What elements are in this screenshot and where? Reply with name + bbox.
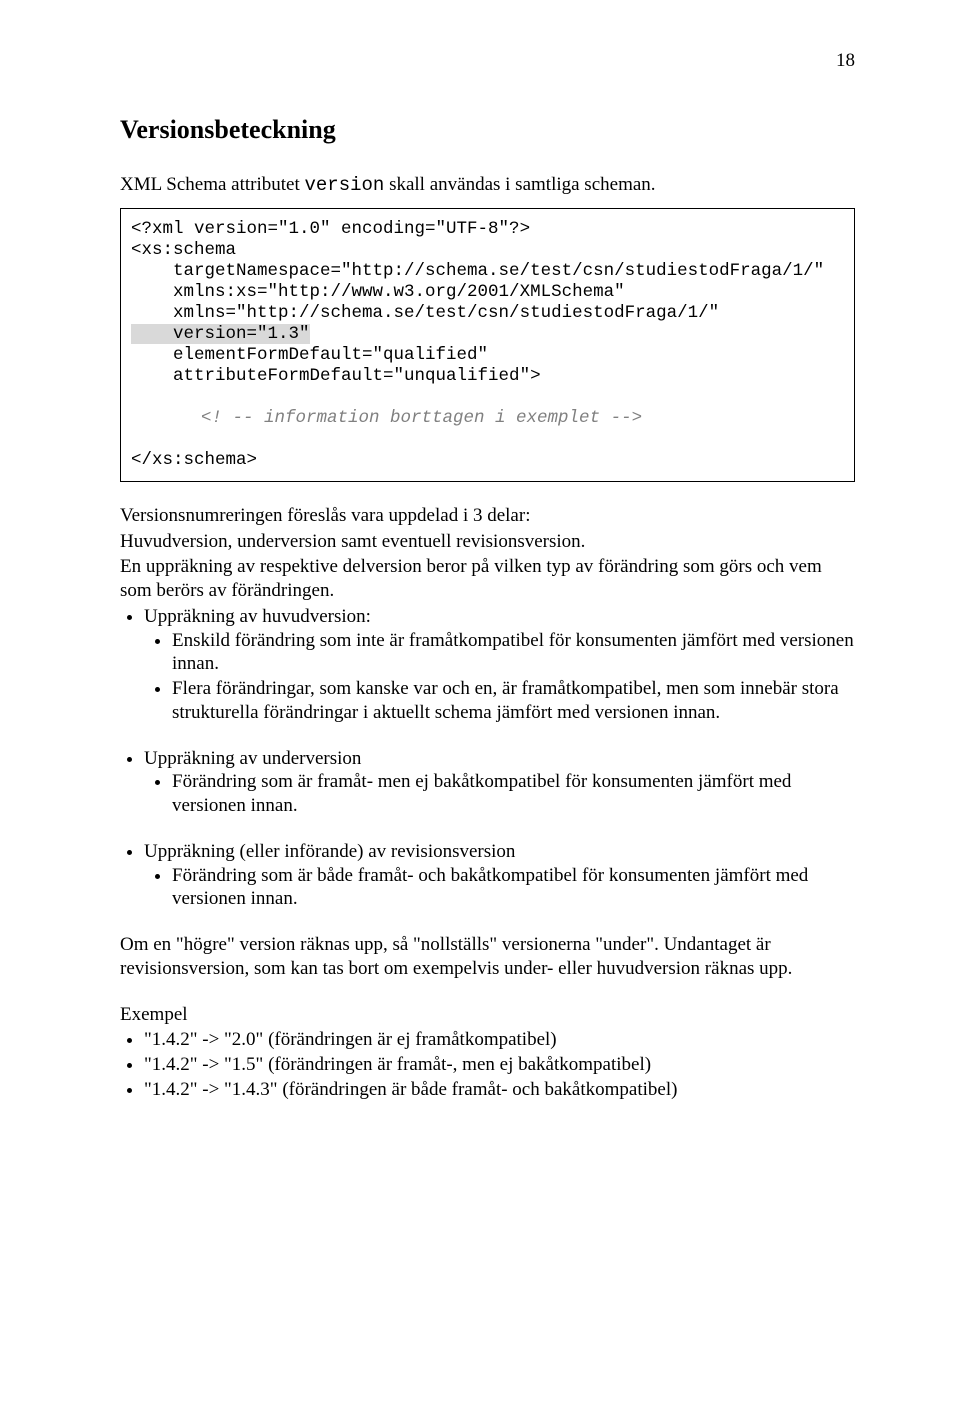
intro-code-word: version <box>305 174 385 196</box>
page-number: 18 <box>836 50 855 72</box>
list-item: Uppräkning av underversion Förändring so… <box>144 747 855 818</box>
example-list: "1.4.2" -> "2.0" (förändringen är ej fra… <box>120 1028 855 1101</box>
list-item: Uppräkning (eller införande) av revision… <box>144 840 855 911</box>
list-item-label: Uppräkning av huvudversion: <box>144 606 371 627</box>
intro-text-post: skall användas i samtliga scheman. <box>384 174 655 195</box>
code-line: attributeFormDefault="unqualified"> <box>131 366 541 386</box>
list-item: Uppräkning av huvudversion: Enskild förä… <box>144 605 855 725</box>
document-page: 18 Versionsbeteckning XML Schema attribu… <box>0 0 960 1184</box>
list-item: Förändring som är framåt- men ej bakåtko… <box>172 770 855 818</box>
paragraph: Versionsnumreringen föreslås vara uppdel… <box>120 504 855 528</box>
code-line: targetNamespace="http://schema.se/test/c… <box>131 261 824 281</box>
code-line: xmlns:xs="http://www.w3.org/2001/XMLSche… <box>131 282 625 302</box>
bullet-list-huvudversion: Uppräkning av huvudversion: Enskild förä… <box>120 605 855 725</box>
bullet-list-underversion: Uppräkning av underversion Förändring so… <box>120 747 855 818</box>
code-line: xmlns="http://schema.se/test/csn/studies… <box>131 303 719 323</box>
code-line: <xs:schema <box>131 240 236 260</box>
code-line: elementFormDefault="qualified" <box>131 345 488 365</box>
list-item: Enskild förändring som inte är framåtkom… <box>172 629 855 677</box>
list-item: "1.4.2" -> "2.0" (förändringen är ej fra… <box>144 1028 855 1052</box>
paragraph: Huvudversion, underversion samt eventuel… <box>120 530 855 554</box>
inner-list: Förändring som är både framåt- och bakåt… <box>144 864 855 912</box>
code-line-highlight: version="1.3" <box>173 324 310 344</box>
list-item-label: Uppräkning (eller införande) av revision… <box>144 841 515 862</box>
list-item: "1.4.2" -> "1.5" (förändringen är framåt… <box>144 1053 855 1077</box>
bullet-list-revisionsversion: Uppräkning (eller införande) av revision… <box>120 840 855 911</box>
paragraph: En uppräkning av respektive delversion b… <box>120 555 855 603</box>
list-item: "1.4.2" -> "1.4.3" (förändringen är både… <box>144 1078 855 1102</box>
inner-list: Enskild förändring som inte är framåtkom… <box>144 629 855 725</box>
code-line-highlight-pre <box>131 324 173 344</box>
section-heading: Versionsbeteckning <box>120 115 855 145</box>
code-line: <?xml version="1.0" encoding="UTF-8"?> <box>131 219 530 239</box>
code-example-box: <?xml version="1.0" encoding="UTF-8"?> <… <box>120 208 855 482</box>
list-item-label: Uppräkning av underversion <box>144 748 361 769</box>
list-item: Förändring som är både framåt- och bakåt… <box>172 864 855 912</box>
inner-list: Förändring som är framåt- men ej bakåtko… <box>144 770 855 818</box>
list-item: Flera förändringar, som kanske var och e… <box>172 677 855 725</box>
paragraph: Om en "högre" version räknas upp, så "no… <box>120 933 855 981</box>
example-heading: Exempel <box>120 1003 855 1027</box>
intro-paragraph: XML Schema attributet version skall anvä… <box>120 173 855 198</box>
code-comment: <! -- information borttagen i exemplet -… <box>201 408 642 428</box>
intro-text-pre: XML Schema attributet <box>120 174 305 195</box>
code-line: </xs:schema> <box>131 450 257 470</box>
